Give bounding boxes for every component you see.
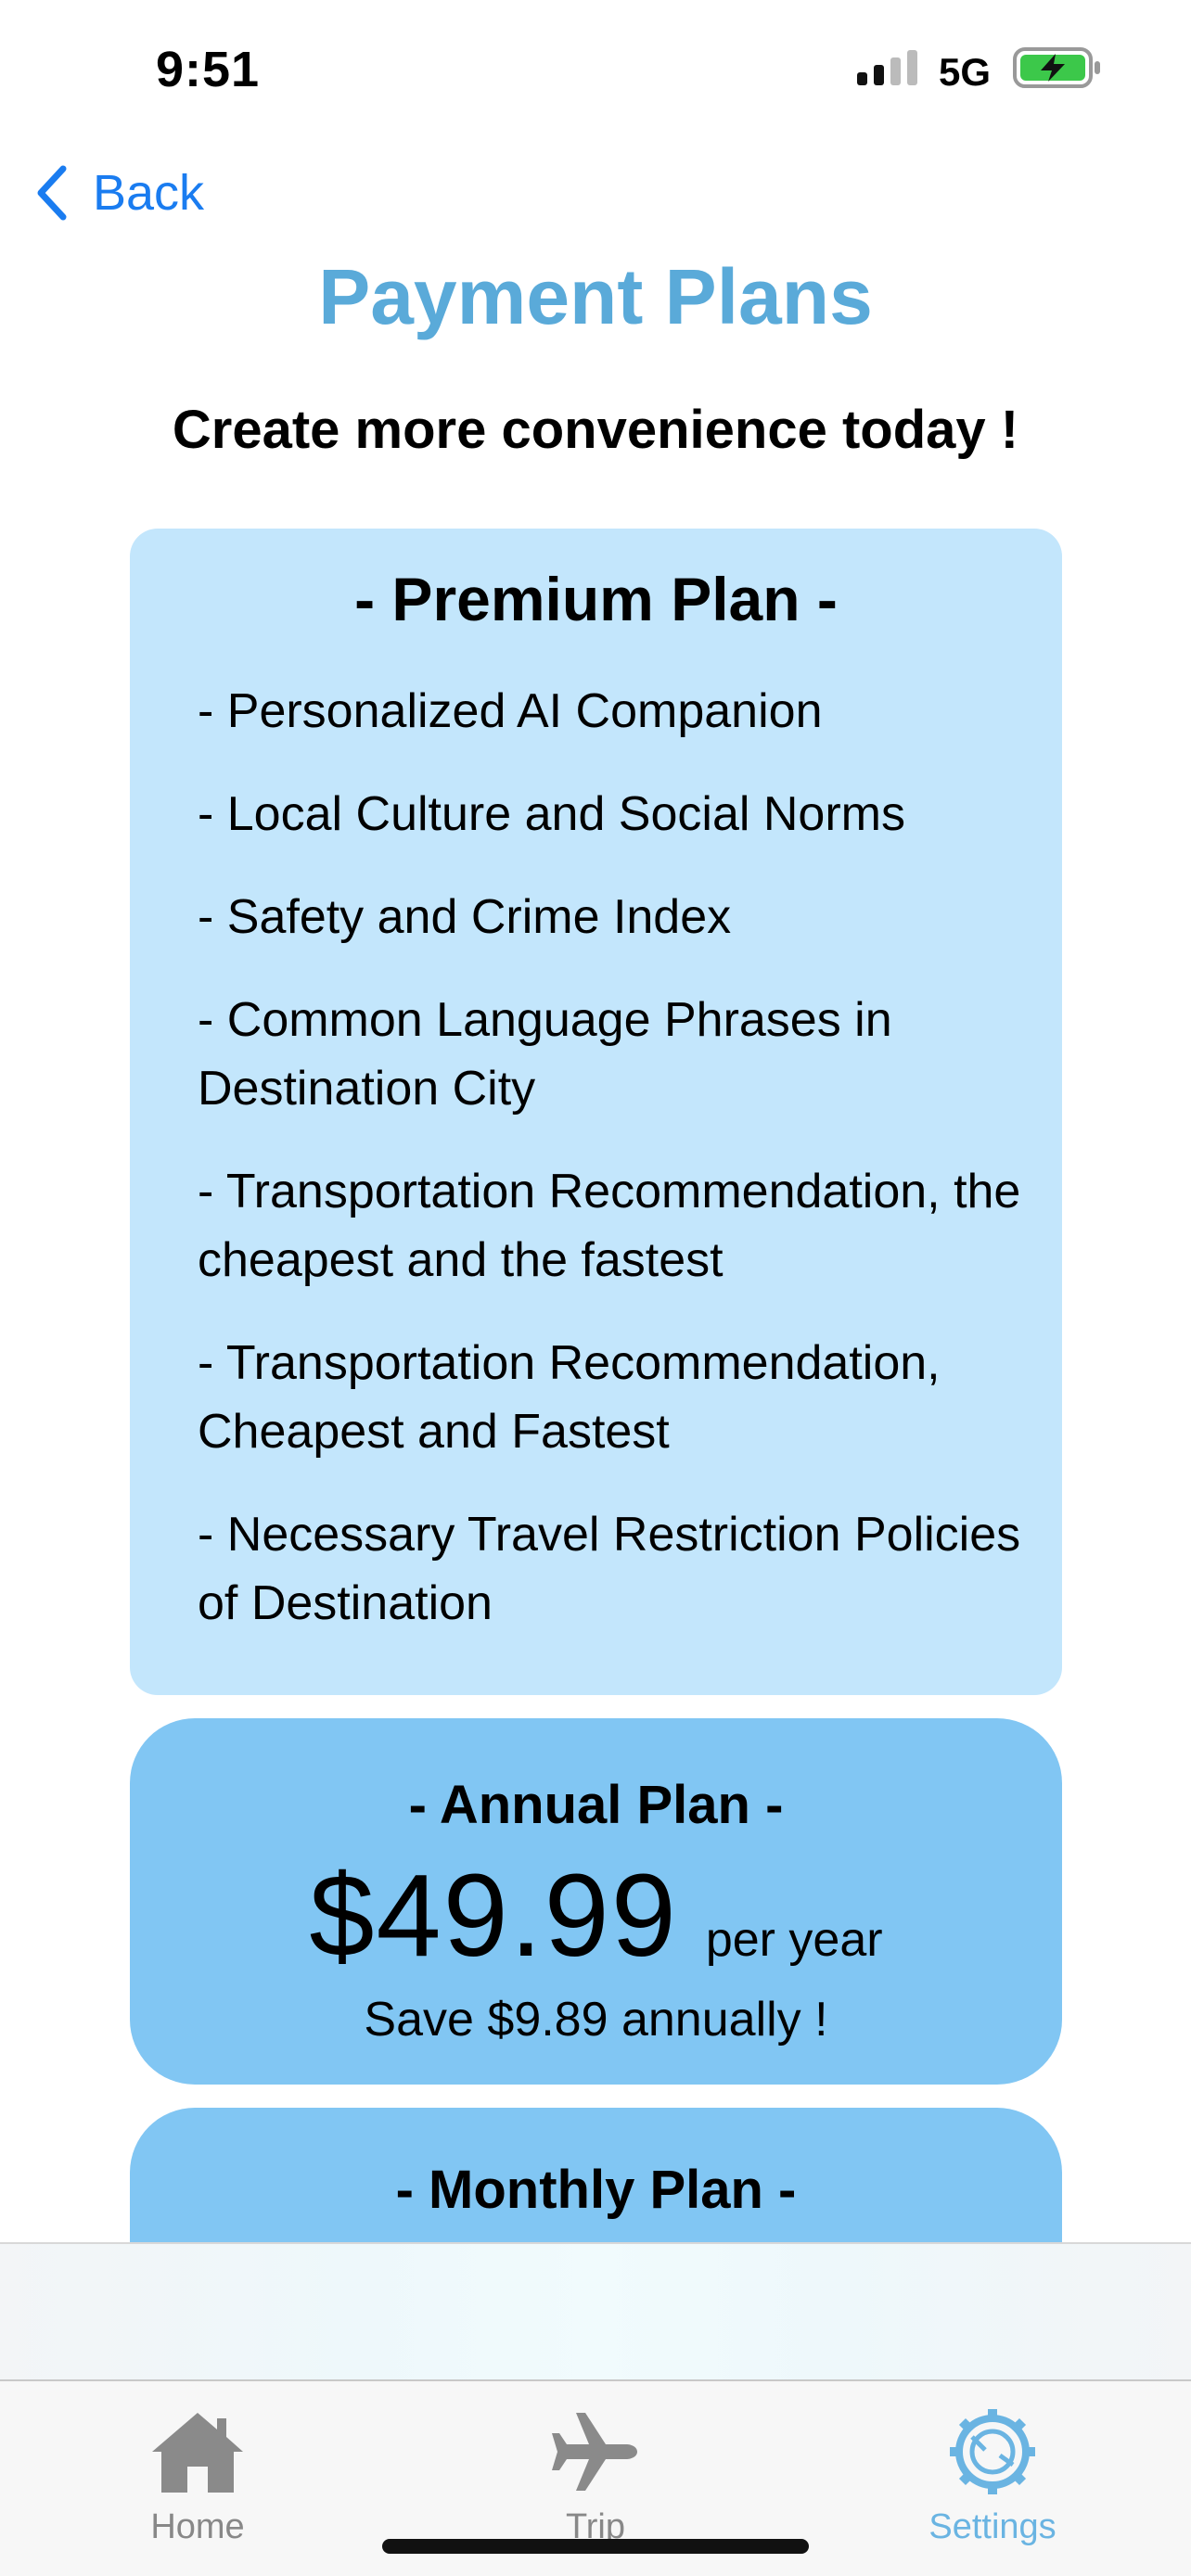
annual-price-row: $49.99 per year [130,1848,1062,1983]
back-label: Back [93,165,205,221]
feature-item: - Safety and Crime Index [198,890,732,944]
status-time: 9:51 [156,42,261,97]
payment-plans-screen: 9:51 5G Back Payment Plans Create more c… [0,0,1191,2576]
tab-home-label: Home [150,2507,245,2546]
network-type: 5G [939,50,992,94]
tab-settings-label: Settings [928,2507,1057,2546]
annual-plan-title: - Annual Plan - [408,1775,784,1835]
tab-home[interactable]: Home [58,2381,337,2576]
page-title: Payment Plans [318,253,873,340]
home-indicator [382,2539,809,2554]
home-icon [152,2413,243,2493]
battery-charging-icon [1013,47,1100,88]
feature-item: - Local Culture and Social Norms [198,787,905,841]
feature-item: - Necessary Travel Restriction Policies … [198,1508,1021,1630]
feature-item: - Transportation Recommendation, Cheapes… [198,1336,941,1459]
premium-plan-title: - Premium Plan - [354,565,838,633]
signal-icon [857,50,917,85]
annual-price: $49.99 [309,1850,678,1981]
airplane-icon [552,2413,637,2491]
feature-list: - Personalized AI Companion - Local Cult… [198,677,1032,1672]
feature-item: - Transportation Recommendation, the che… [198,1165,1021,1287]
back-button[interactable]: Back [33,158,204,228]
annual-plan-card[interactable]: - Annual Plan - $49.99 per year Save $9.… [130,1718,1062,2085]
gear-icon [950,2409,1035,2494]
status-bar: 9:51 5G [0,0,1191,139]
annual-price-unit: per year [705,1913,883,1967]
premium-plan-card: - Premium Plan - - Personalized AI Compa… [130,529,1062,1695]
monthly-plan-title: - Monthly Plan - [395,2160,797,2220]
annual-savings: Save $9.89 annually ! [364,1993,828,2047]
page-subtitle: Create more convenience today ! [172,400,1019,460]
tab-settings[interactable]: Settings [853,2381,1132,2576]
tab-bar-backdrop [0,2242,1191,2381]
feature-item: - Common Language Phrases in Destination… [198,993,892,1116]
chevron-left-icon [37,165,67,221]
feature-item: - Personalized AI Companion [198,684,823,738]
